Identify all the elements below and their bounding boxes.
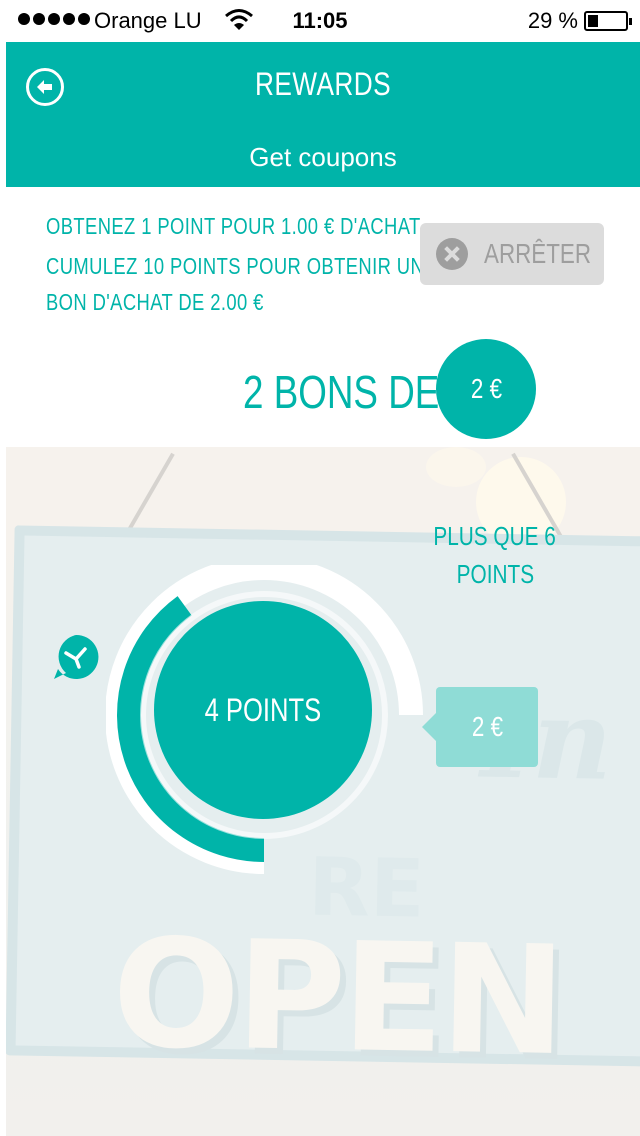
- reward-program-info: OBTENEZ 1 POINT POUR 1.00 € D'ACHAT. CUM…: [6, 187, 640, 447]
- stop-button-label: ARRÊTER: [484, 238, 592, 269]
- current-points-label: 4 POINTS: [204, 691, 322, 728]
- page-subtitle: Get coupons: [249, 142, 397, 172]
- voucher-amount-badge: 2 €: [436, 339, 536, 439]
- app-screen: Orange LU 11:05 29 % REWARDS Get coupons…: [0, 0, 640, 1136]
- points-remaining-line1: PLUS QUE 6: [433, 521, 557, 551]
- points-remaining-line2: POINTS: [456, 559, 534, 589]
- page-title: REWARDS: [254, 66, 392, 102]
- location-pin-icon: [54, 634, 99, 679]
- vouchers-count-text: 2 BONS DE: [243, 366, 440, 418]
- voucher-rule-text-line2: BON D'ACHAT DE 2.00 €: [46, 289, 264, 315]
- points-remaining-label: PLUS QUE 6 POINTS: [410, 517, 580, 593]
- stop-button[interactable]: ARRÊTER: [420, 223, 604, 285]
- status-bar: Orange LU 11:05 29 %: [0, 0, 640, 42]
- voucher-amount: 2 €: [470, 373, 502, 404]
- battery-icon: [584, 11, 632, 31]
- battery-level: [588, 15, 598, 27]
- battery-percent: 29 %: [527, 8, 578, 33]
- back-arrow-icon: [37, 80, 52, 94]
- next-reward-amount: 2 €: [471, 711, 503, 742]
- points-rule-text: OBTENEZ 1 POINT POUR 1.00 € D'ACHAT.: [46, 213, 425, 239]
- app-header: REWARDS Get coupons: [6, 42, 640, 187]
- next-reward-tag: 2 €: [422, 687, 538, 767]
- back-button[interactable]: [26, 68, 64, 106]
- background-photo: In RE OPEN PLUS QUE 6 POINTS 4 POINTS 2 …: [6, 447, 640, 1136]
- voucher-rule-text-line1: CUMULEZ 10 POINTS POUR OBTENIR UN: [46, 253, 425, 279]
- close-circle-icon: [436, 238, 468, 270]
- current-points-circle: 4 POINTS: [154, 601, 372, 819]
